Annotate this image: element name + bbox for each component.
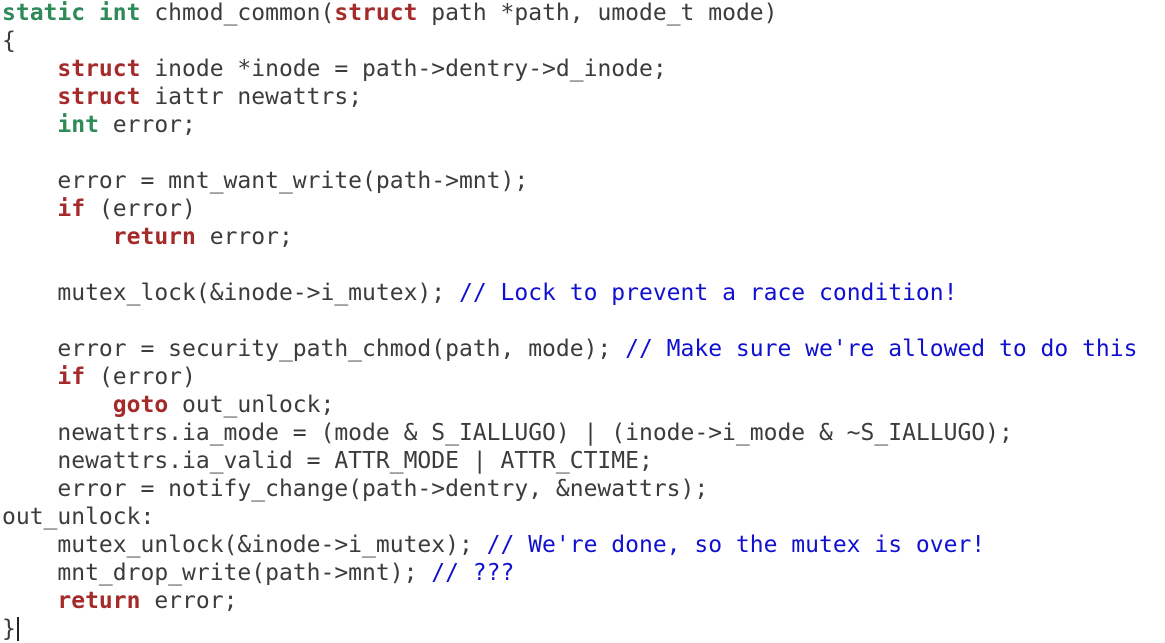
- code-keyword: static int: [2, 0, 141, 26]
- code-line[interactable]: return error;: [2, 223, 293, 251]
- code-line[interactable]: }: [2, 615, 19, 643]
- code-line[interactable]: error = notify_change(path->dentry, &new…: [2, 475, 708, 503]
- code-text: error;: [140, 588, 238, 614]
- code-text: mutex_lock(&inode->i_mutex);: [2, 280, 459, 306]
- code-text: error = mnt_want_write(path->mnt);: [2, 168, 529, 194]
- code-text: out_unlock:: [2, 504, 155, 530]
- code-line[interactable]: mutex_lock(&inode->i_mutex); // Lock to …: [2, 279, 957, 307]
- code-line[interactable]: error = security_path_chmod(path, mode);…: [2, 335, 1137, 363]
- code-text: mutex_unlock(&inode->i_mutex);: [2, 532, 487, 558]
- code-comment: // We're done, so the mutex is over!: [486, 532, 986, 558]
- code-text: }: [2, 616, 16, 642]
- code-text: {: [2, 28, 16, 54]
- code-keyword: int: [57, 112, 99, 138]
- code-text: out_unlock;: [168, 392, 335, 418]
- code-line[interactable]: static int chmod_common(struct path *pat…: [2, 0, 777, 27]
- text-cursor: [16, 617, 19, 641]
- code-text: mnt_drop_write(path->mnt);: [2, 560, 432, 586]
- code-text: inode *inode = path->dentry->d_inode;: [140, 56, 667, 82]
- code-line[interactable]: mutex_unlock(&inode->i_mutex); // We're …: [2, 531, 985, 559]
- code-line[interactable]: int error;: [2, 111, 196, 139]
- code-keyword: if: [57, 364, 86, 390]
- code-editor[interactable]: static int chmod_common(struct path *pat…: [0, 0, 1165, 642]
- code-line[interactable]: if (error): [2, 363, 196, 391]
- code-line[interactable]: error = mnt_want_write(path->mnt);: [2, 167, 528, 195]
- code-text: newattrs.ia_mode = (mode & S_IALLUGO) | …: [2, 420, 1013, 446]
- code-keyword: struct: [334, 0, 418, 26]
- code-line[interactable]: out_unlock:: [2, 503, 154, 531]
- code-keyword: goto: [112, 392, 169, 418]
- code-text: chmod_common(: [140, 0, 335, 26]
- code-text: (error): [85, 364, 196, 390]
- code-line[interactable]: struct inode *inode = path->dentry->d_in…: [2, 55, 667, 83]
- code-text: (error): [85, 196, 196, 222]
- code-comment: // Make sure we're allowed to do this: [625, 336, 1138, 362]
- code-line[interactable]: newattrs.ia_valid = ATTR_MODE | ATTR_CTI…: [2, 447, 653, 475]
- code-text: iattr newattrs;: [140, 84, 363, 110]
- code-text: path *path, umode_t mode): [417, 0, 778, 26]
- code-text: error;: [98, 112, 196, 138]
- code-keyword: struct: [57, 84, 141, 110]
- code-text: error;: [195, 224, 293, 250]
- code-line[interactable]: newattrs.ia_mode = (mode & S_IALLUGO) | …: [2, 419, 1013, 447]
- code-keyword: return: [112, 224, 196, 250]
- code-line[interactable]: mnt_drop_write(path->mnt); // ???: [2, 559, 514, 587]
- code-text: newattrs.ia_valid = ATTR_MODE | ATTR_CTI…: [2, 448, 653, 474]
- code-keyword: struct: [57, 56, 141, 82]
- code-text: error = security_path_chmod(path, mode);: [2, 336, 626, 362]
- code-line[interactable]: {: [2, 27, 16, 55]
- code-keyword: return: [57, 588, 141, 614]
- code-line[interactable]: goto out_unlock;: [2, 391, 335, 419]
- code-line[interactable]: return error;: [2, 587, 237, 615]
- code-comment: // Lock to prevent a race condition!: [458, 280, 958, 306]
- code-line[interactable]: if (error): [2, 195, 196, 223]
- code-line[interactable]: struct iattr newattrs;: [2, 83, 362, 111]
- code-text: error = notify_change(path->dentry, &new…: [2, 476, 709, 502]
- code-keyword: if: [57, 196, 86, 222]
- code-comment: // ???: [431, 560, 515, 586]
